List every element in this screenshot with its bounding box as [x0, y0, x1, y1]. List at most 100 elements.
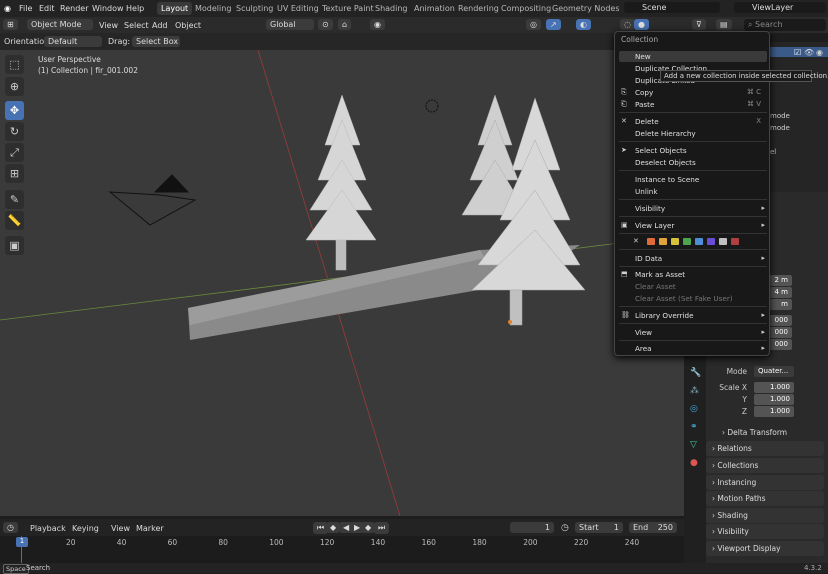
tab-modeling[interactable]: Modeling	[195, 4, 231, 13]
menu-item-library-override[interactable]: Library Override	[635, 311, 694, 320]
section-delta-transform[interactable]: › Delta Transform	[716, 425, 828, 440]
menu-select[interactable]: Select	[124, 21, 149, 30]
color-tag-swatch[interactable]	[671, 238, 679, 245]
tab-layout[interactable]: Layout	[157, 2, 193, 15]
tab-texture-paint[interactable]: Texture Paint	[322, 4, 374, 13]
color-tag-swatch[interactable]	[647, 238, 655, 245]
location-z-field[interactable]: m	[768, 299, 792, 310]
menu-file[interactable]: File	[19, 4, 32, 13]
tab-sculpting[interactable]: Sculpting	[236, 4, 273, 13]
rotate-icon[interactable]: ↻	[5, 122, 24, 141]
menu-object[interactable]: Object	[175, 21, 201, 30]
menu-item-view[interactable]: View	[635, 328, 652, 337]
color-tag-swatch[interactable]	[707, 238, 715, 245]
clear-color-icon[interactable]: ✕	[633, 237, 639, 245]
data-icon[interactable]: ▽	[690, 440, 697, 450]
annotate-icon[interactable]: ✎	[5, 190, 24, 209]
eye-icon[interactable]: 👁	[804, 48, 814, 57]
menu-render[interactable]: Render	[60, 4, 88, 13]
menu-item-select-objects[interactable]: Select Objects	[635, 146, 687, 155]
outliner-panel[interactable]: ☑ 👁 ◉ mode mode el	[770, 42, 828, 192]
transform-orientation-dropdown[interactable]: Global	[266, 19, 314, 30]
menu-item-delete-hierarchy[interactable]: Delete Hierarchy	[635, 129, 696, 138]
menu-item-instance-to-scene[interactable]: Instance to Scene	[635, 175, 699, 184]
rotation-mode-dropdown[interactable]: Quater...	[754, 366, 794, 377]
timeline-editor-icon[interactable]: ◷	[3, 522, 18, 533]
start-frame-field[interactable]: Start 1	[575, 522, 623, 533]
location-y-field[interactable]: 4 m	[768, 287, 792, 298]
snap-icon[interactable]: ⌂	[338, 19, 352, 30]
menu-window[interactable]: Window	[92, 4, 124, 13]
menu-item-delete[interactable]: Delete	[635, 117, 659, 126]
playhead-frame-label[interactable]: 1	[16, 537, 28, 547]
color-tag-swatch[interactable]	[719, 238, 727, 245]
scale-icon[interactable]: ⤢	[5, 143, 24, 162]
menu-item-view-layer[interactable]: View Layer	[635, 221, 674, 230]
section-relations[interactable]: › Relations	[706, 441, 824, 456]
transform-icon[interactable]: ⊞	[5, 164, 24, 183]
proportional-edit-icon[interactable]: ◉	[370, 19, 385, 30]
section-motion-paths[interactable]: › Motion Paths	[706, 491, 824, 506]
section-shading[interactable]: › Shading	[706, 508, 824, 523]
display-mode-icon[interactable]: ▤	[716, 19, 732, 30]
section-visibility[interactable]: › Visibility	[706, 524, 824, 539]
editor-type-icon[interactable]: ⊞	[3, 19, 18, 30]
scale-x-field[interactable]: 1.000	[754, 382, 794, 393]
viewport-scene[interactable]	[0, 49, 685, 517]
tab-uv-editing[interactable]: UV Editing	[277, 4, 319, 13]
current-frame-field[interactable]: 1	[510, 522, 554, 533]
measure-icon[interactable]: 📏	[5, 211, 24, 230]
material-icon[interactable]: ●	[690, 458, 698, 468]
menu-edit[interactable]: Edit	[39, 4, 55, 13]
section-collections[interactable]: › Collections	[706, 458, 824, 473]
color-tag-swatch[interactable]	[683, 238, 691, 245]
orientation-dropdown[interactable]: Default	[44, 36, 102, 47]
location-x-field[interactable]: 2 m	[768, 275, 792, 286]
menu-item-visibility[interactable]: Visibility	[635, 204, 665, 213]
checkbox-icon[interactable]: ☑	[794, 48, 801, 57]
color-tag-swatch[interactable]	[695, 238, 703, 245]
tab-rendering[interactable]: Rendering	[458, 4, 499, 13]
filter-icon[interactable]: ⊽	[692, 19, 706, 30]
gizmo-icon[interactable]: ↗	[546, 19, 561, 30]
menu-item-clear-asset[interactable]: Clear Asset	[635, 282, 676, 291]
visibility-icon[interactable]: ◎	[526, 19, 541, 30]
end-frame-field[interactable]: End 250	[629, 522, 677, 533]
jump-end-icon[interactable]: ⏭	[374, 522, 390, 534]
menu-item-unlink[interactable]: Unlink	[635, 187, 658, 196]
pivot-icon[interactable]: ⊙	[318, 19, 333, 30]
add-cube-icon[interactable]: ▣	[5, 236, 24, 255]
cursor-icon[interactable]: ⊕	[5, 77, 24, 96]
3d-viewport[interactable]: User Perspective (1) Collection | fir_00…	[0, 49, 685, 517]
shading-solid-icon[interactable]: ●	[634, 19, 649, 30]
menu-item-deselect-objects[interactable]: Deselect Objects	[635, 158, 696, 167]
outliner-search-input[interactable]: ⌕ Search	[744, 19, 826, 31]
menu-item-paste[interactable]: Paste	[635, 100, 654, 109]
shading-wireframe-icon[interactable]: ◌	[620, 19, 635, 30]
tab-geometry-nodes[interactable]: Geometry Nodes	[552, 4, 619, 13]
menu-item-new[interactable]: New	[635, 52, 651, 61]
color-tag-swatch[interactable]	[731, 238, 739, 245]
tab-animation[interactable]: Animation	[414, 4, 455, 13]
scale-y-field[interactable]: 1.000	[754, 394, 794, 405]
menu-item-area[interactable]: Area	[635, 344, 652, 353]
camera-icon[interactable]: ◉	[816, 48, 823, 57]
mode-dropdown[interactable]: Object Mode	[27, 19, 93, 30]
menu-item-id-data[interactable]: ID Data	[635, 254, 662, 263]
menu-add[interactable]: Add	[152, 21, 168, 30]
rotation-x-field[interactable]: 000	[768, 327, 792, 338]
rotation-w-field[interactable]: 000	[768, 315, 792, 326]
overlay-icon[interactable]: ◐	[576, 19, 591, 30]
menu-keying[interactable]: Keying	[72, 524, 99, 533]
color-tag-swatch[interactable]	[659, 238, 667, 245]
constraints-icon[interactable]: ⚭	[690, 422, 698, 432]
select-box-icon[interactable]: ⬚	[5, 55, 24, 74]
menu-timeline-view[interactable]: View	[111, 524, 130, 533]
menu-marker[interactable]: Marker	[136, 524, 164, 533]
drag-dropdown[interactable]: Select Box	[132, 36, 180, 47]
move-icon[interactable]: ✥	[5, 101, 24, 120]
scale-z-field[interactable]: 1.000	[754, 406, 794, 417]
menu-item-clear-asset-fake-user[interactable]: Clear Asset (Set Fake User)	[635, 294, 733, 303]
tab-shading[interactable]: Shading	[375, 4, 408, 13]
menu-item-copy[interactable]: Copy	[635, 88, 653, 97]
